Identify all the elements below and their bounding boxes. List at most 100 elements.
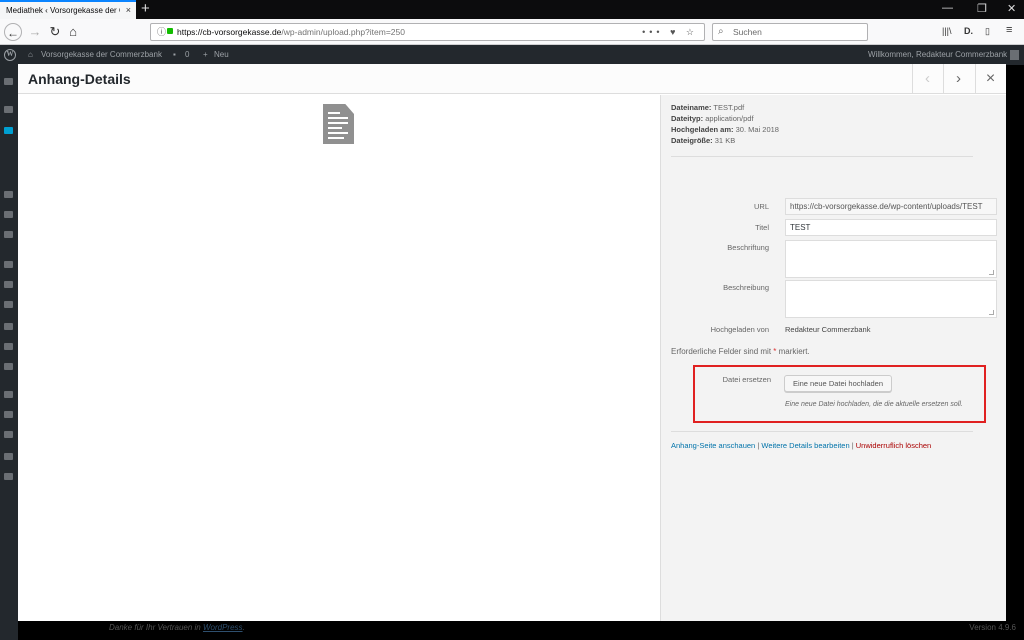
footer-text: Danke für Ihr Vertrauen in [109,623,201,632]
minimize-icon[interactable]: — [942,2,953,14]
dashboard-icon[interactable] [4,78,13,85]
feedback-icon[interactable] [4,231,13,238]
page-actions-icon[interactable]: ••• ♥ ☆ [642,24,698,40]
search-input[interactable]: ⌕ Suchen [712,23,868,41]
title-field[interactable]: TEST [785,219,997,236]
page-title: Anhang-Details [28,71,131,87]
divider [671,431,973,432]
url-path: /wp-admin/upload.php?item=250 [281,27,405,37]
uploaded-date: 30. Mai 2018 [735,125,779,134]
previous-attachment-button[interactable]: ‹ [912,64,942,94]
required-note-suffix: markiert. [778,347,810,356]
navigation-bar: ← → ↻ ⌂ ⓘ https://cb-vorsorgekasse.de/wp… [0,19,1024,45]
url-host: https://cb-vorsorgekasse.de [177,27,282,37]
gear-icon[interactable] [4,363,13,370]
url-field[interactable]: https://cb-vorsorgekasse.de/wp-content/u… [785,198,997,215]
forms-icon[interactable] [4,411,13,418]
media-icon[interactable] [4,127,13,134]
attachment-info-panel: Dateiname: TEST.pdf Dateityp: applicatio… [660,95,1006,621]
avatar[interactable] [1010,50,1019,60]
comments-count[interactable]: 0 [185,45,189,65]
reader-icon[interactable]: D. [964,26,973,36]
attachment-details-modal: Anhang-Details ‹ › × Dateiname: TEST.pdf… [18,64,1006,621]
replace-file-section: Datei ersetzen Eine neue Datei hochladen… [693,365,986,423]
filesize: 31 KB [714,136,736,145]
caption-textarea[interactable] [785,240,997,278]
new-content-link[interactable]: Neu [214,45,229,65]
forward-icon[interactable]: → [26,23,44,41]
filename-label: Dateiname: [671,103,712,112]
upload-new-file-button[interactable]: Eine neue Datei hochladen [784,375,892,392]
collapse-icon[interactable] [4,473,13,480]
filename: TEST.pdf [713,103,745,112]
chart-icon[interactable] [4,453,13,460]
required-star: * [773,347,777,356]
account-greeting[interactable]: Willkommen, Redakteur Commerzbank [868,45,1007,65]
uploaded-date-label: Hochgeladen am: [671,125,734,134]
extras-icon[interactable] [4,431,13,438]
address-bar[interactable]: ⓘ https://cb-vorsorgekasse.de/wp-admin/u… [150,23,705,41]
file-details: Dateiname: TEST.pdf Dateityp: applicatio… [671,102,779,146]
modal-header: Anhang-Details ‹ › × [18,64,1006,94]
home-icon[interactable]: ⌂ [64,23,82,41]
users-icon[interactable] [4,301,13,308]
attachment-actions: Anhang-Seite anschauen | Weitere Details… [671,441,931,450]
search-icon: ⌕ [718,26,724,37]
uploaded-by-value: Redakteur Commerzbank [785,325,871,334]
site-name-link[interactable]: Vorsorgekasse der Commerzbank [41,45,162,65]
pages-icon[interactable] [4,191,13,198]
action-divider: | [851,441,854,450]
description-label: Beschreibung [723,283,769,292]
settings-icon[interactable] [4,343,13,350]
plugins-icon[interactable] [4,281,13,288]
tab-strip: Mediathek ‹ Vorsorgekasse der Cor × + — … [0,0,1024,19]
url-label: URL [753,202,769,211]
title-label: Titel [755,223,769,232]
divider [671,156,973,157]
close-modal-button[interactable]: × [975,64,1005,94]
tools-icon[interactable] [4,323,13,330]
edit-details-link[interactable]: Weitere Details bearbeiten [761,441,849,450]
caption-label: Beschriftung [727,243,769,252]
restore-icon[interactable]: ❐ [977,2,987,15]
admin-sidebar [0,65,18,640]
filetype: application/pdf [705,114,754,123]
tab-title: Mediathek ‹ Vorsorgekasse der Cor [6,6,120,15]
new-tab-icon[interactable]: + [141,1,150,16]
delete-permanently-link[interactable]: Unwiderruflich löschen [856,441,931,450]
uploaded-by-label: Hochgeladen von [710,325,769,334]
browser-tab[interactable]: Mediathek ‹ Vorsorgekasse der Cor × [0,0,136,19]
replace-file-label: Datei ersetzen [722,375,771,384]
link-icon[interactable] [4,391,13,398]
window-close-icon[interactable]: ✕ [1007,2,1016,15]
back-icon[interactable]: ← [4,23,22,41]
admin-footer: Danke für Ihr Vertrauen in WordPress. [109,623,245,632]
sidebar-toggle-icon[interactable]: ▯ [985,26,990,37]
posts-icon[interactable] [4,106,13,113]
replace-hint: Eine neue Datei hochladen, die die aktue… [785,401,963,408]
lock-icon [167,28,173,34]
appearance-icon[interactable] [4,261,13,268]
document-icon [323,104,354,144]
next-attachment-button[interactable]: › [943,64,973,94]
library-icon[interactable]: |||\ [942,26,952,36]
comments-menu-icon[interactable] [4,211,13,218]
wordpress-link[interactable]: WordPress [203,623,243,632]
admin-bar: W ⌂ Vorsorgekasse der Commerzbank ▪ 0 + … [0,45,1024,65]
plus-icon[interactable]: + [203,45,208,65]
search-placeholder: Suchen [733,27,762,37]
reload-icon[interactable]: ↻ [46,23,64,41]
required-fields-note: Erforderliche Felder sind mit * markiert… [671,347,810,356]
close-tab-icon[interactable]: × [126,5,131,15]
wordpress-logo-icon[interactable]: W [4,49,16,61]
menu-icon[interactable]: ≡ [1006,24,1012,36]
info-icon[interactable]: ⓘ [157,24,166,40]
action-divider: | [757,441,760,450]
filesize-label: Dateigröße: [671,136,713,145]
description-textarea[interactable] [785,280,997,318]
comments-icon[interactable]: ▪ [173,45,176,65]
attachment-preview [18,95,660,621]
view-attachment-link[interactable]: Anhang-Seite anschauen [671,441,755,450]
required-note-text: Erforderliche Felder sind mit [671,347,772,356]
home-icon[interactable]: ⌂ [28,45,33,65]
